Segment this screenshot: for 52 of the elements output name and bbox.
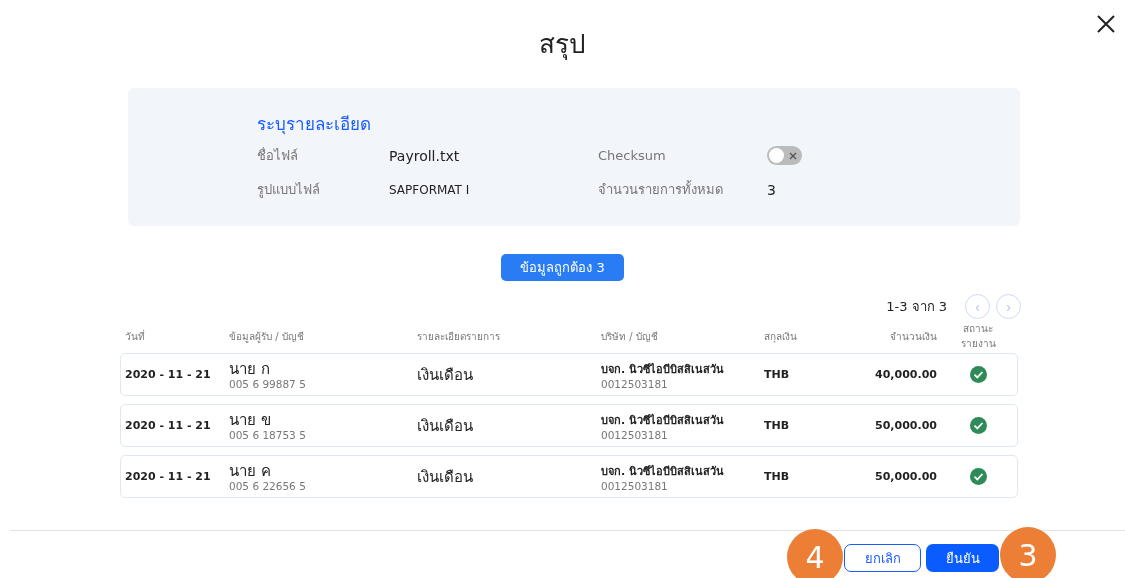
dialog-title: สรุป (539, 28, 586, 62)
recipient-name: นาย ก (229, 359, 271, 378)
column-header: รายละเอียดรายการ (417, 329, 501, 344)
column-header: จำนวนเงิน (889, 329, 937, 344)
company-name: บจก. นิวซีไอบีบิสสิเนสวัน (601, 463, 725, 480)
recipient-account: 005 6 99887 5 (229, 377, 307, 390)
recipient-name: นาย ค (229, 461, 272, 480)
amount-cell-text: 50,000.00 (874, 470, 937, 483)
recipient-name: นาย ข (229, 410, 272, 429)
field-value: SAPFORMAT I (389, 182, 471, 197)
column-header: สถานะ รายงาน (959, 322, 997, 351)
confirm-button[interactable]: ยืนยัน (926, 544, 999, 572)
column-header: สกุลเงิน (764, 329, 798, 344)
currency-cell-text: THB (764, 419, 791, 432)
company-name: บจก. นิวซีไอบีบิสสิเนสวัน (601, 412, 725, 429)
currency-cell-text: THB (764, 470, 791, 483)
table-row[interactable]: 2020 - 11 - 21 นาย ข 005 6 18753 5 เงินเดือน บจก. นิวซีไอบีบิสสิเนสวัน 0012503181 THB 50,000.00 (120, 404, 1018, 447)
step-marker: 3 (1000, 527, 1056, 578)
cancel-button[interactable]: ยกเลิก (844, 544, 921, 572)
date-cell-text: 2020 - 11 - 21 (125, 368, 212, 381)
date-cell-text: 2020 - 11 - 21 (125, 419, 212, 432)
amount-cell-text: 50,000.00 (874, 419, 937, 432)
valid-count-button[interactable]: ข้อมูลถูกต้อง 3 (501, 254, 624, 281)
company-name: บจก. นิวซีไอบีบิสสิเนสวัน (601, 361, 725, 378)
page-range: 1-3 จาก 3 (886, 298, 947, 316)
field-label: รูปแบบไฟล์ (257, 181, 321, 200)
section-heading: ระบุรายละเอียด (257, 113, 372, 137)
field-value: 3 (767, 181, 777, 198)
table-row[interactable]: 2020 - 11 - 21 นาย ค 005 6 22656 5 เงินเดือน บจก. นิวซีไอบีบิสสิเนสวัน 0012503181 THB 50,000.00 (120, 455, 1018, 498)
detail-cell-text: เงินเดือน (417, 466, 474, 488)
recipient-account: 005 6 22656 5 (229, 479, 307, 492)
recipient-account: 005 6 18753 5 (229, 428, 307, 441)
step-marker: 4 (787, 529, 843, 578)
column-header: วันที่ (125, 328, 146, 344)
company-account: 0012503181 (601, 479, 669, 492)
column-header: ข้อมูลผู้รับ / บัญชี (229, 329, 305, 344)
detail-cell-text: เงินเดือน (417, 415, 474, 437)
field-label: Checksum (598, 148, 667, 163)
date-cell-text: 2020 - 11 - 21 (125, 470, 212, 483)
cross-icon (789, 151, 797, 160)
company-account: 0012503181 (601, 428, 669, 441)
close-icon[interactable] (1097, 15, 1115, 33)
field-label: จำนวนรายการทั้งหมด (598, 179, 724, 199)
detail-cell-text: เงินเดือน (417, 364, 474, 386)
field-label: ชื่อไฟล์ (257, 146, 299, 165)
column-header: บริษัท / บัญชี (601, 329, 659, 344)
table-row[interactable]: 2020 - 11 - 21 นาย ก 005 6 99887 5 เงินเดือน บจก. นิวซีไอบีบิสสิเนสวัน 0012503181 THB 40,000.00 (120, 353, 1018, 396)
checksum-toggle[interactable] (767, 146, 802, 165)
currency-cell-text: THB (764, 368, 791, 381)
amount-cell-text: 40,000.00 (874, 368, 937, 381)
company-account: 0012503181 (601, 377, 669, 390)
field-value: Payroll.txt (389, 147, 461, 164)
